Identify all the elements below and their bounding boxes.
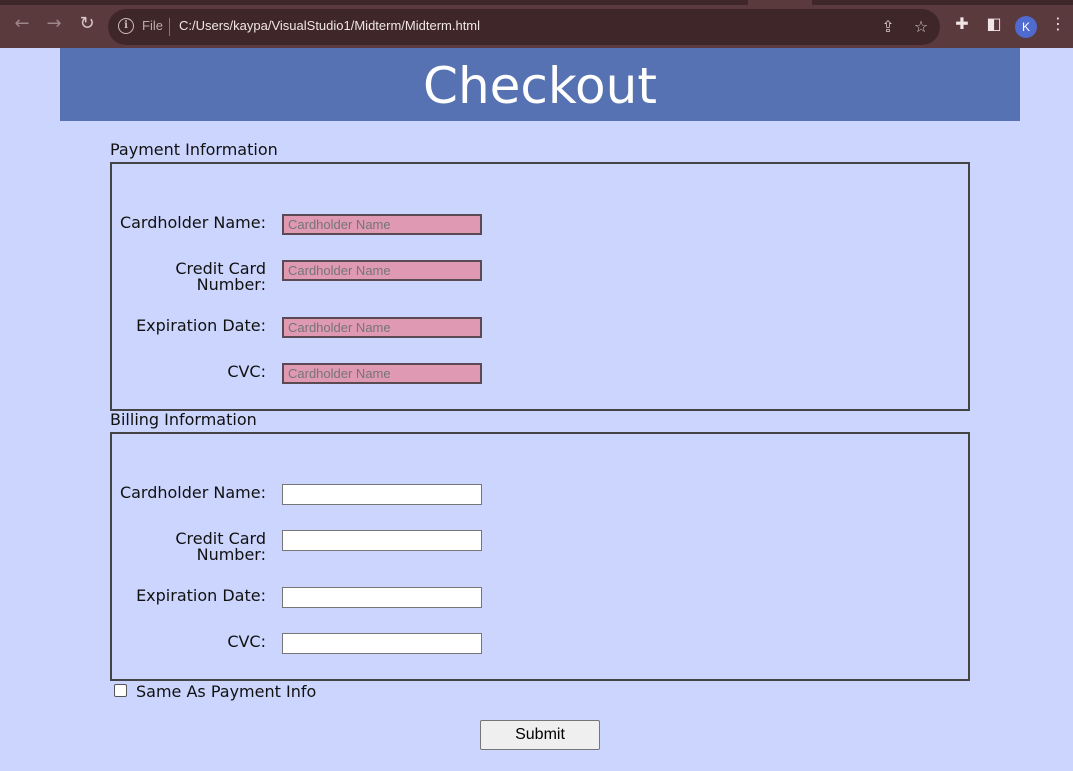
payment-cardholder-input[interactable] (282, 214, 482, 235)
same-as-payment-label[interactable]: Same As Payment Info (136, 682, 316, 701)
share-icon[interactable]: ⇪ (878, 17, 898, 37)
billing-legend: Billing Information (110, 410, 257, 429)
menu-icon[interactable]: ⋮ (1048, 14, 1068, 34)
payment-cvc-label: CVC: (227, 362, 266, 381)
billing-cardholder-input[interactable] (282, 484, 482, 505)
billing-expiration-label: Expiration Date: (136, 586, 266, 605)
tab-strip-edge (0, 0, 748, 5)
url-text[interactable]: C:/Users/kaypa/VisualStudio1/Midterm/Mid… (179, 18, 480, 33)
info-icon[interactable]: i (118, 18, 134, 34)
payment-cardholder-label: Cardholder Name: (119, 213, 266, 232)
same-as-payment-checkbox[interactable] (114, 684, 127, 697)
star-icon[interactable]: ☆ (911, 17, 931, 37)
payment-expiration-label: Expiration Date: (136, 316, 266, 335)
payment-expiration-input[interactable] (282, 317, 482, 338)
reload-icon[interactable]: ↻ (77, 14, 97, 34)
billing-card-number-input[interactable] (282, 530, 482, 551)
billing-cvc-label: CVC: (227, 632, 266, 651)
billing-cvc-input[interactable] (282, 633, 482, 654)
payment-card-number-label-line2: Number: (196, 275, 266, 294)
payment-legend: Payment Information (110, 140, 278, 159)
billing-expiration-input[interactable] (282, 587, 482, 608)
submit-button[interactable]: Submit (480, 720, 600, 750)
profile-avatar[interactable]: K (1015, 16, 1037, 38)
tab-strip-edge (812, 0, 1073, 5)
payment-cvc-input[interactable] (282, 363, 482, 384)
file-scheme-label: File (142, 18, 163, 33)
address-bar[interactable]: i File C:/Users/kaypa/VisualStudio1/Midt… (108, 9, 940, 45)
back-icon[interactable]: ← (12, 14, 32, 34)
payment-card-number-input[interactable] (282, 260, 482, 281)
browser-toolbar: ← → ↻ i File C:/Users/kaypa/VisualStudio… (0, 0, 1073, 48)
page-title: Checkout (60, 48, 1020, 121)
omnibox-divider (169, 18, 170, 36)
forward-icon[interactable]: → (44, 14, 64, 34)
billing-cardholder-label: Cardholder Name: (119, 483, 266, 502)
sidepanel-icon[interactable]: ◧ (984, 14, 1004, 34)
extensions-icon[interactable]: ✚ (952, 14, 972, 34)
billing-card-number-label-line2: Number: (196, 545, 266, 564)
